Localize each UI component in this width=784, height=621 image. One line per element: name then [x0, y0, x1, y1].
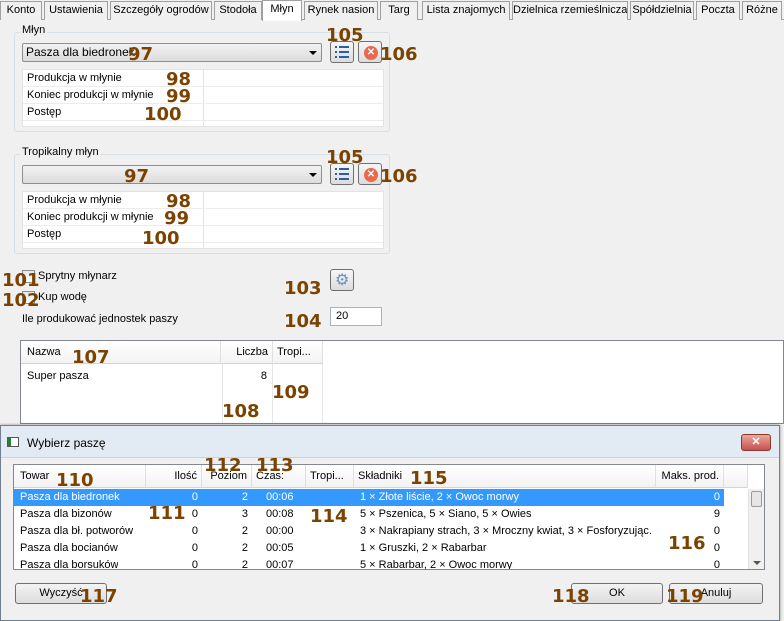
dialog-header-max[interactable]: Maks. prod.: [656, 465, 724, 488]
marker-106: 106: [380, 44, 418, 65]
marker-114: 114: [310, 506, 348, 527]
marker-119: 119: [666, 586, 704, 607]
marker-109: 109: [272, 382, 310, 403]
marker-99b: 99: [164, 208, 190, 229]
tropical-row-production: Produkcja w młynie: [23, 192, 383, 209]
table-row[interactable]: Pasza dla bizonów 0 3 00:08 5 × Pszenica…: [14, 506, 724, 523]
tab-stodola[interactable]: Stodoła: [214, 1, 262, 20]
close-icon[interactable]: ✕: [741, 434, 771, 451]
tab-ustawienia[interactable]: Ustawienia: [44, 1, 108, 20]
tab-konto[interactable]: Konto: [0, 1, 42, 20]
tropical-info-table: Produkcja w młynie Koniec produkcji w mł…: [22, 191, 384, 249]
marker-111: 111: [148, 503, 186, 524]
marker-118: 118: [552, 586, 590, 607]
window-icon: [7, 437, 19, 447]
tab-rozne[interactable]: Różne: [742, 1, 782, 20]
tropical-row-end: Koniec produkcji w młynie: [23, 209, 383, 226]
marker-117: 117: [80, 586, 118, 607]
table-row[interactable]: Pasza dla bł. potworów 0 2 00:00 3 × Nak…: [14, 523, 724, 540]
marker-105: 105: [326, 25, 364, 46]
mill-feed-select[interactable]: Pasza dla biedronek: [22, 43, 322, 62]
tab-strip: Konto Ustawienia Szczegóły ogrodów Stodo…: [0, 0, 784, 21]
grid-header-count[interactable]: Liczba: [221, 341, 273, 364]
tab-mlyn[interactable]: Młyn: [262, 0, 302, 21]
dialog-header-ingredients[interactable]: Składniki: [354, 465, 656, 488]
grid-header-name[interactable]: Nazwa: [21, 341, 221, 364]
chevron-down-icon: [309, 51, 317, 55]
grid-cell-count: 8: [260, 370, 267, 382]
list-icon: [335, 46, 349, 58]
mill-feed-value: Pasza dla biedronek: [26, 45, 135, 59]
mill-row-progress: Postęp: [23, 104, 383, 121]
buy-water-label: Kup wodę: [38, 291, 87, 303]
units-label: Ile produkować jednostek paszy: [22, 313, 178, 325]
marker-106b: 106: [380, 166, 418, 187]
grid-cell-name: Super pasza: [27, 370, 89, 382]
settings-button[interactable]: ⚙: [330, 269, 354, 291]
dialog-title: Wybierz paszę: [27, 436, 106, 450]
tropical-mill-group-title: Tropikalny młyn: [20, 146, 101, 158]
marker-104: 104: [284, 311, 322, 332]
tab-szczegoly-ogrodow[interactable]: Szczegóły ogrodów: [110, 1, 212, 20]
marker-102: 102: [2, 290, 40, 311]
grid-header-tropi[interactable]: Tropi...: [273, 341, 323, 364]
mill-group-title: Młyn: [20, 24, 48, 36]
mill-info-table: Produkcja w młynie Koniec produkcji w mł…: [22, 69, 384, 127]
tropical-row-progress: Postęp: [23, 226, 383, 243]
marker-115: 115: [410, 468, 448, 489]
dialog-header-tropi[interactable]: Tropi...: [306, 465, 354, 488]
tab-lista-znajomych[interactable]: Lista znajomych: [422, 1, 510, 20]
tab-targ[interactable]: Targ: [380, 1, 418, 20]
units-input[interactable]: 20: [330, 307, 382, 326]
marker-110: 110: [56, 470, 94, 491]
tab-poczta[interactable]: Poczta: [696, 1, 740, 20]
marker-108: 108: [222, 401, 260, 422]
marker-113: 113: [256, 455, 294, 476]
chevron-down-icon: [309, 173, 317, 177]
remove-icon: ✕: [364, 168, 378, 182]
marker-105b: 105: [326, 147, 364, 168]
scroll-down-icon[interactable]: [753, 561, 761, 565]
dialog-titlebar: Wybierz paszę ✕: [1, 426, 779, 458]
tab-rynek-nasion[interactable]: Rynek nasion: [304, 1, 378, 20]
marker-97: 97: [128, 44, 154, 65]
mill-row-end: Koniec produkcji w młynie: [23, 87, 383, 104]
scrollbar-thumb[interactable]: [751, 491, 762, 507]
remove-icon: ✕: [364, 46, 378, 60]
marker-101: 101: [2, 270, 40, 291]
marker-107: 107: [72, 347, 110, 368]
feed-grid: Nazwa Liczba Tropi... Super pasza 8: [20, 340, 784, 424]
table-row[interactable]: Pasza dla biedronek 0 2 00:06 1 × Złote …: [14, 489, 724, 506]
table-row[interactable]: Pasza dla bocianów 0 2 00:05 1 × Gruszki…: [14, 540, 724, 557]
feed-choice-grid: Towar Ilość Poziom Czas: Tropi... Składn…: [13, 464, 765, 570]
dialog-header-qty[interactable]: Ilość: [146, 465, 202, 488]
marker-100b: 100: [142, 228, 180, 249]
marker-116: 116: [668, 533, 706, 554]
gear-icon: ⚙: [335, 272, 350, 289]
smart-miller-label: Sprytny młynarz: [38, 270, 117, 282]
tab-spoldzielnia[interactable]: Spółdzielnia: [630, 1, 694, 20]
list-icon: [335, 168, 349, 180]
tropical-feed-select[interactable]: [22, 165, 322, 184]
tab-dzielnica-rzemieslnicza[interactable]: Dzielnica rzemieślnicza: [512, 1, 628, 20]
vertical-scrollbar[interactable]: [748, 489, 764, 569]
marker-97b: 97: [124, 166, 150, 187]
marker-103: 103: [284, 278, 322, 299]
marker-112: 112: [204, 455, 242, 476]
table-row[interactable]: Pasza dla borsuków 0 2 00:07 5 × Rabarba…: [14, 557, 724, 569]
marker-100: 100: [144, 104, 182, 125]
mill-row-production: Produkcja w młynie: [23, 70, 383, 87]
